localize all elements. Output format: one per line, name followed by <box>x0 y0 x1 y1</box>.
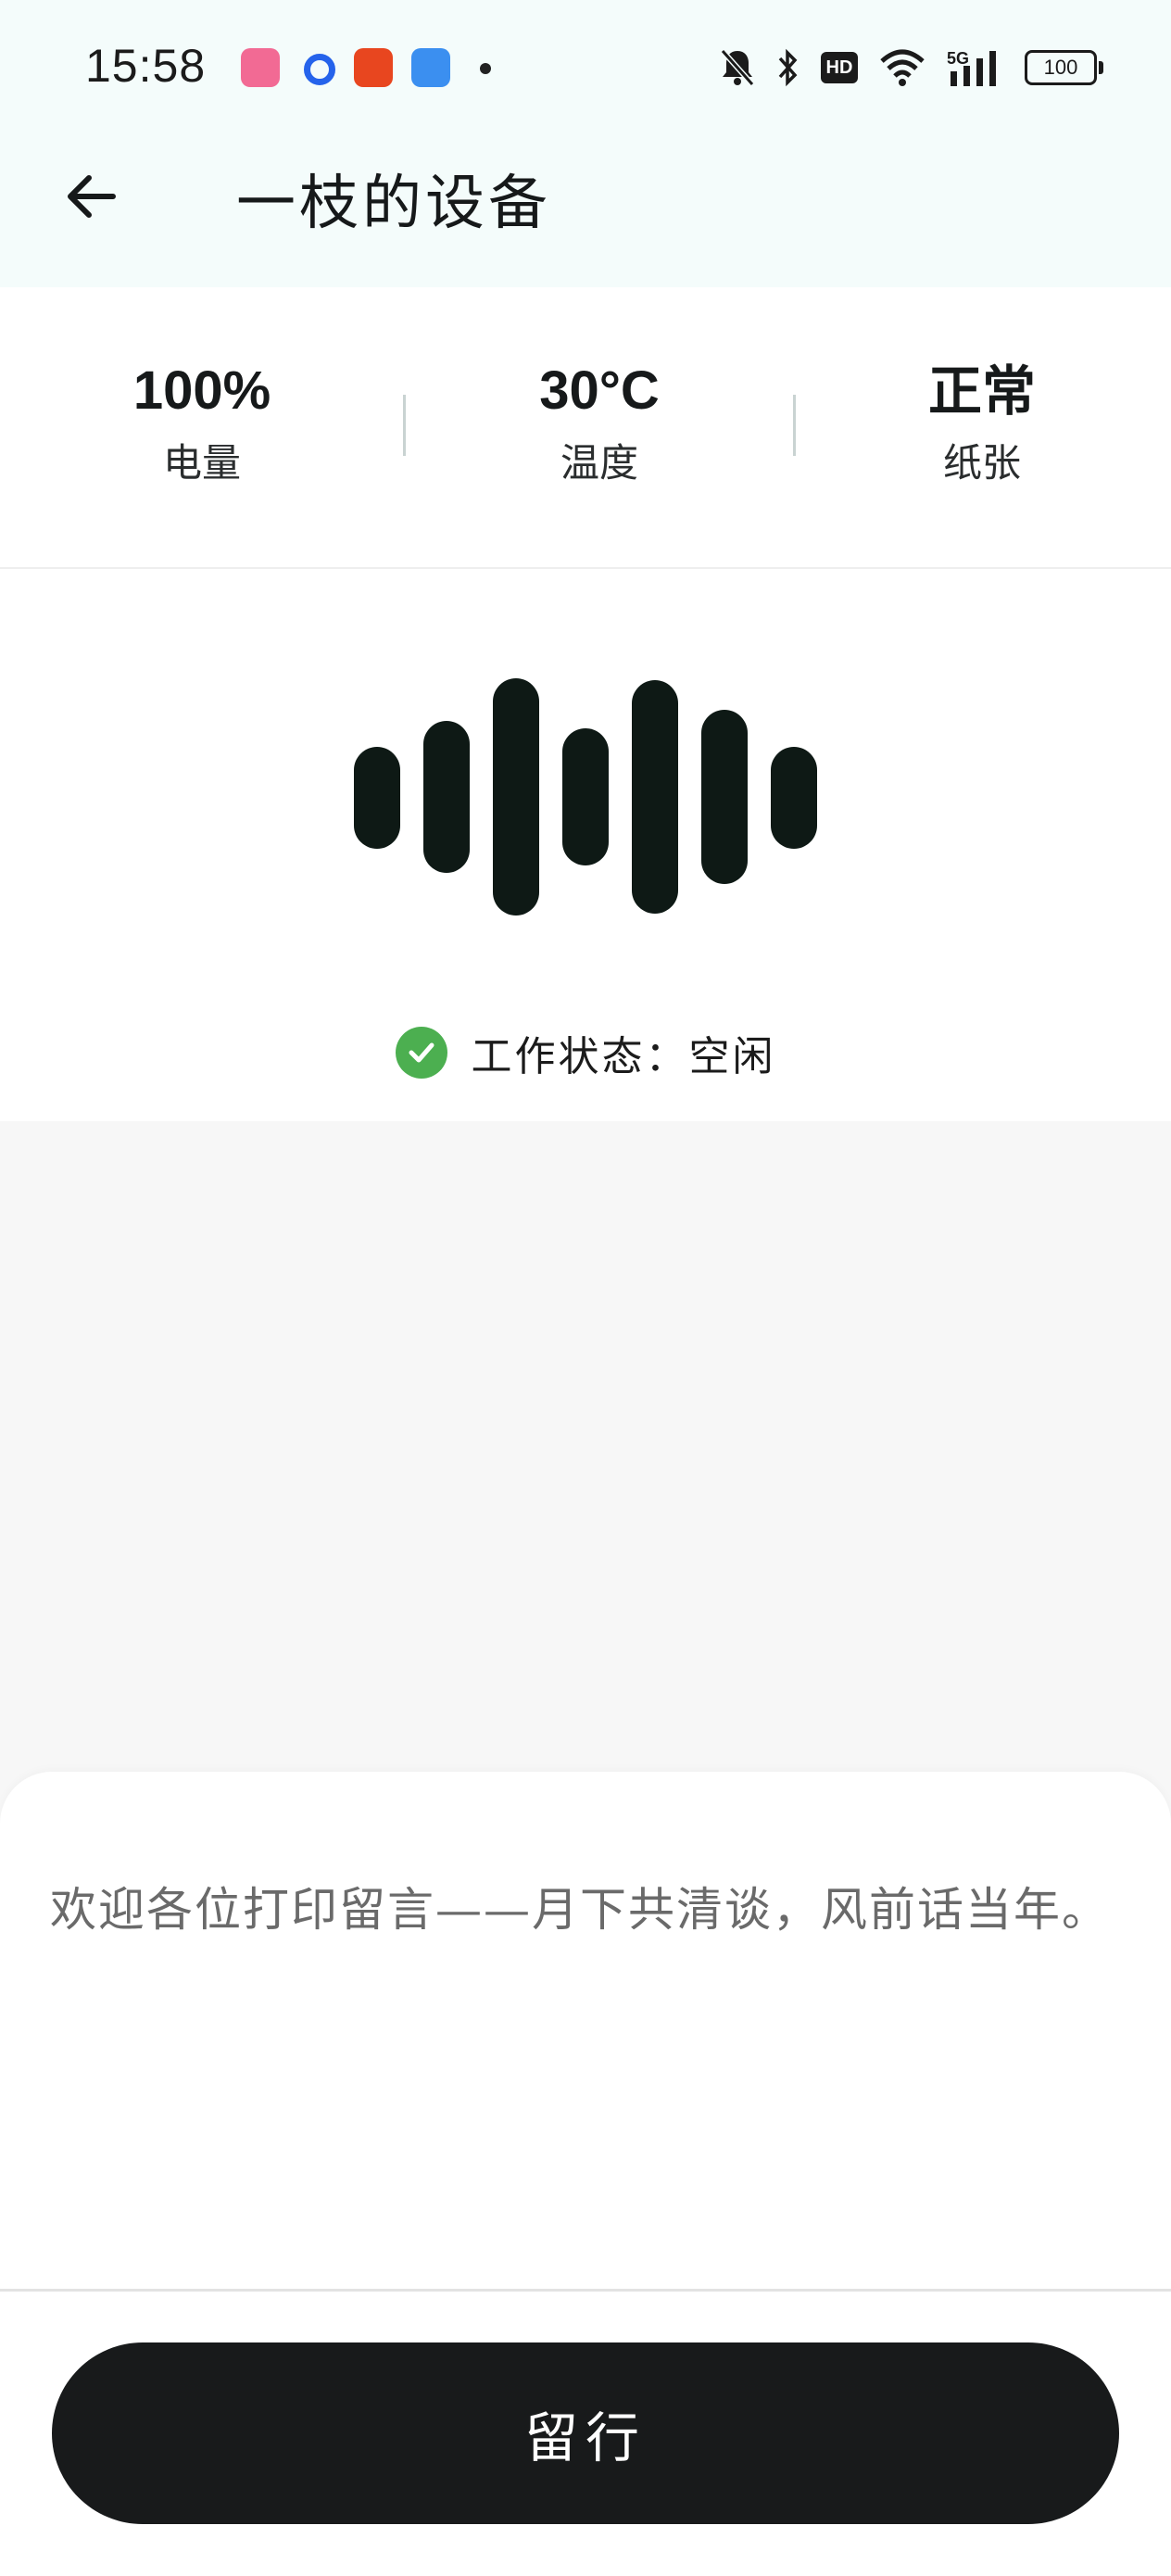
back-button[interactable] <box>52 158 130 235</box>
signal-5g-icon: 5G <box>947 46 1004 89</box>
wave-bar <box>423 721 470 873</box>
svg-text:5G: 5G <box>947 49 969 68</box>
stat-divider <box>793 395 796 456</box>
hd-badge-icon: HD <box>821 46 858 89</box>
work-status: 工作状态：空闲 <box>0 1023 1171 1082</box>
status-bar: 15:58 HD 5G 100 <box>0 0 1171 139</box>
battery-stat: 100% 电量 <box>63 358 341 488</box>
audio-app-notification-icon <box>354 48 393 87</box>
stat-divider <box>403 395 406 456</box>
temperature-label: 温度 <box>560 440 638 486</box>
battery-label: 电量 <box>162 440 241 486</box>
wifi-icon <box>878 46 926 89</box>
page-title: 一枝的设备 <box>236 170 551 238</box>
wave-bar <box>562 728 609 865</box>
chat-notification-icon <box>411 48 450 87</box>
browser-notification-icon <box>298 48 337 87</box>
device-status-card: 工作状态：空闲 <box>0 569 1171 1121</box>
paper-stat: 正常 纸张 <box>843 358 1121 488</box>
check-circle-icon <box>395 1027 447 1079</box>
system-icons: HD 5G 100 <box>719 44 1103 91</box>
device-stats-panel: 100% 电量 30°C 温度 正常 纸张 <box>0 287 1171 569</box>
print-message-button[interactable]: 留行 <box>52 2342 1119 2524</box>
input-divider <box>0 2289 1171 2292</box>
status-time: 15:58 <box>85 40 207 92</box>
more-notifications-dot <box>480 63 491 74</box>
bilibili-notification-icon <box>241 48 280 87</box>
message-input[interactable] <box>50 1883 1115 2179</box>
wave-bar <box>771 747 817 849</box>
paper-value: 正常 <box>927 360 1036 423</box>
message-panel: 留行 <box>0 1772 1171 2576</box>
wave-bar <box>493 678 539 915</box>
sound-wave-icon <box>0 569 1171 977</box>
mute-bell-icon <box>719 46 756 89</box>
wave-bar <box>701 710 748 884</box>
top-bar: 15:58 HD 5G 100 一枝的设备 <box>0 0 1171 287</box>
paper-label: 纸张 <box>942 440 1021 486</box>
wave-bar <box>632 680 678 914</box>
battery-value: 100% <box>132 360 271 421</box>
temperature-stat: 30°C 温度 <box>460 358 738 488</box>
arrow-left-icon <box>68 175 116 218</box>
temperature-value: 30°C <box>539 360 660 421</box>
bluetooth-icon <box>776 46 800 89</box>
battery-icon: 100 <box>1025 46 1103 89</box>
work-status-text: 工作状态：空闲 <box>471 1033 776 1080</box>
wave-bar <box>354 747 400 849</box>
